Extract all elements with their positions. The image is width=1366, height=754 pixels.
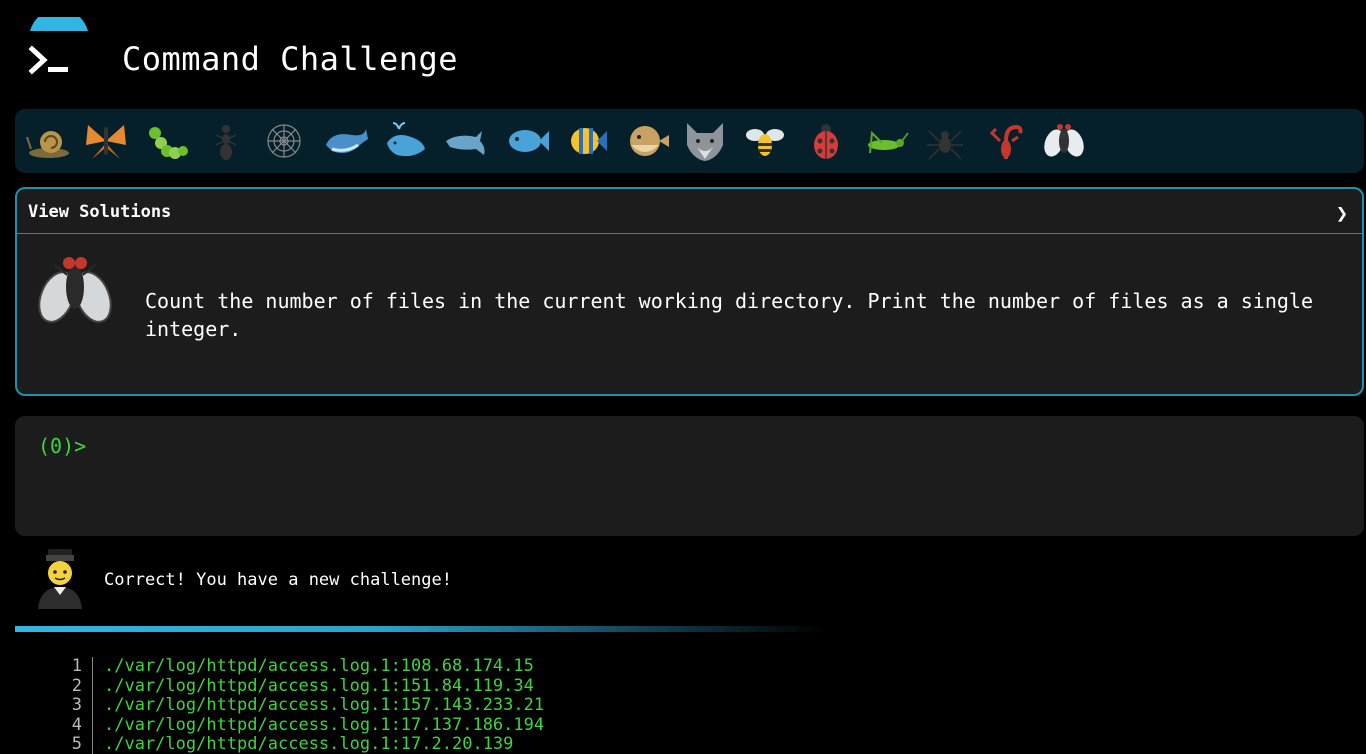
feedback-message: Correct! You have a new challenge!: [104, 570, 452, 590]
app-title: Command Challenge: [122, 40, 459, 78]
butterfly-icon[interactable]: [82, 119, 130, 163]
chevron-right-icon: ❯: [1335, 201, 1348, 225]
gutter-divider: [92, 696, 93, 716]
output-line: ./var/log/httpd/access.log.1:17.137.186.…: [104, 714, 545, 735]
output-line: ./var/log/httpd/access.log.1:157.143.233…: [104, 695, 545, 715]
whale-icon[interactable]: [322, 119, 370, 163]
dolphin-icon[interactable]: [442, 119, 490, 163]
view-solutions-label: View Solutions: [28, 202, 172, 222]
gutter-divider: [92, 676, 93, 696]
gutter-divider: [92, 735, 93, 754]
output-line: ./var/log/httpd/access.log.1:108.68.174.…: [104, 657, 534, 676]
line-number: 3: [71, 695, 82, 715]
output-line: ./var/log/httpd/access.log.1:17.2.20.139: [104, 734, 514, 754]
spider-web-icon[interactable]: [260, 119, 308, 163]
line-number: 4: [71, 714, 82, 735]
judge-avatar-icon: [32, 547, 88, 611]
fish-icon[interactable]: [503, 119, 551, 163]
command-output: 1 ./var/log/httpd/access.log.1:108.68.17…: [60, 657, 960, 754]
line-number: 2: [71, 675, 82, 696]
wolf-icon[interactable]: [681, 119, 729, 163]
scorpion-icon[interactable]: [982, 119, 1030, 163]
challenge-card: View Solutions ❯ Count the number of fil…: [15, 187, 1364, 396]
output-row: 1 ./var/log/httpd/access.log.1:108.68.17…: [60, 657, 960, 677]
tropical-fish-icon[interactable]: [563, 119, 611, 163]
gutter-divider: [92, 657, 93, 677]
fly-icon: [35, 251, 115, 333]
cricket-icon[interactable]: [862, 119, 910, 163]
output-line: ./var/log/httpd/access.log.1:151.84.119.…: [104, 675, 534, 696]
terminal-prompt: (0)>: [38, 434, 87, 458]
ant-icon[interactable]: [202, 119, 250, 163]
fly-icon[interactable]: [1040, 119, 1088, 163]
output-row: 2 ./var/log/httpd/access.log.1:151.84.11…: [60, 675, 960, 696]
output-row: 4 ./var/log/httpd/access.log.1:17.137.18…: [60, 714, 960, 735]
spider-icon[interactable]: [921, 119, 969, 163]
snail-icon[interactable]: [23, 119, 71, 163]
blowfish-icon[interactable]: [623, 119, 671, 163]
spouting-whale-icon[interactable]: [381, 119, 429, 163]
bee-icon[interactable]: [741, 119, 789, 163]
line-number: 5: [71, 734, 82, 754]
header: Command Challenge: [0, 0, 1366, 108]
output-row: 3 ./var/log/httpd/access.log.1:157.143.2…: [60, 695, 960, 716]
command-input-terminal[interactable]: (0)>: [15, 416, 1364, 536]
animal-level-bar: [15, 109, 1364, 173]
caterpillar-icon[interactable]: [143, 119, 191, 163]
gutter-divider: [92, 715, 93, 735]
line-number: 1: [71, 657, 82, 676]
section-divider: [15, 626, 825, 632]
ladybug-icon[interactable]: [802, 119, 850, 163]
terminal-logo-icon[interactable]: [26, 8, 92, 83]
output-row: 5 ./var/log/httpd/access.log.1:17.2.20.1…: [60, 734, 960, 754]
view-solutions-toggle[interactable]: View Solutions ❯: [17, 189, 1362, 234]
challenge-description: Count the number of files in the current…: [145, 289, 1313, 341]
